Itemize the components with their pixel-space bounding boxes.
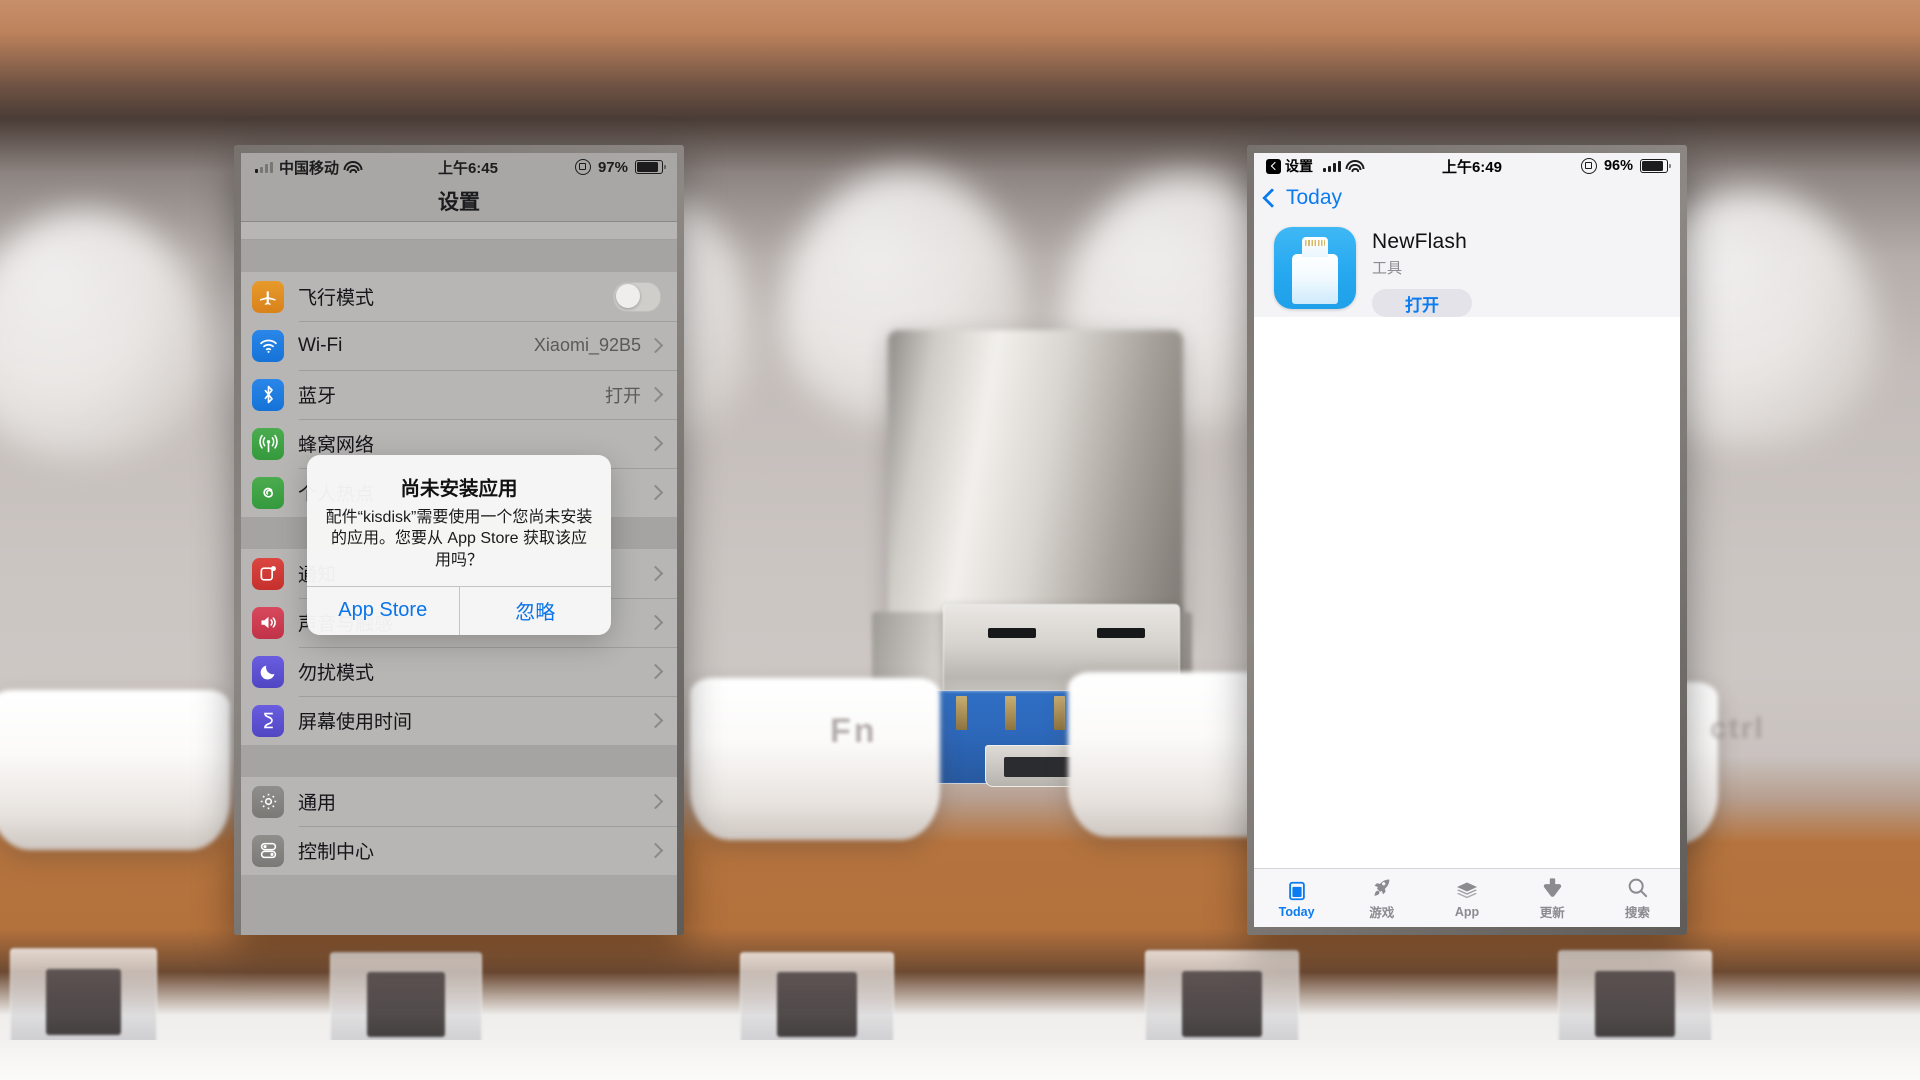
left-phone: 中国移动 上午6:45 97% 设置 飞行模式 Wi-Fi Xiaomi_92B…	[234, 145, 684, 935]
app-result-row[interactable]: NewFlash 工具 打开	[1254, 217, 1680, 317]
tab-updates[interactable]: 更新	[1510, 869, 1595, 927]
tab-apps[interactable]: App	[1424, 869, 1509, 927]
usb-drive-body	[888, 330, 1183, 630]
status-right: 96%	[1580, 158, 1671, 174]
download-icon	[1541, 875, 1564, 899]
keycap-legend-fn: Fn	[830, 712, 878, 750]
back-to-settings-pill[interactable]: 设置	[1266, 156, 1313, 176]
search-icon	[1626, 875, 1649, 899]
keycap	[690, 678, 940, 840]
right-status-bar: 设置 上午6:49 96%	[1254, 153, 1680, 179]
back-arrow-icon	[1266, 158, 1281, 174]
tab-label: App	[1454, 904, 1480, 919]
chevron-left-icon	[1262, 188, 1282, 208]
back-app-label: 设置	[1285, 158, 1313, 174]
app-name: NewFlash	[1372, 230, 1467, 253]
status-left: 设置	[1266, 156, 1365, 176]
install-app-alert: 尚未安装应用 配件“kisdisk”需要使用一个您尚未安装的应用。您要从 App…	[307, 455, 612, 635]
battery-percent-label: 96%	[1603, 158, 1633, 174]
content-empty-area	[1254, 317, 1680, 868]
layers-icon	[1455, 878, 1479, 902]
usb-contact-pin	[956, 696, 967, 730]
keycap	[0, 690, 230, 850]
app-store-navbar: Today	[1254, 179, 1680, 217]
alert-appstore-button[interactable]: App Store	[307, 587, 459, 635]
usb-contact-pin	[1005, 696, 1016, 730]
left-phone-screen: 中国移动 上午6:45 97% 设置 飞行模式 Wi-Fi Xiaomi_92B…	[241, 153, 677, 935]
right-phone: 设置 上午6:49 96% Today NewFlash 工具 打开 Today…	[1247, 145, 1687, 935]
keyboard-base-plate	[0, 1040, 1920, 1080]
rotation-lock-icon	[1580, 158, 1597, 174]
tab-search[interactable]: 搜索	[1595, 869, 1680, 927]
usb-contact-pin	[1054, 696, 1065, 730]
usb-connector-slot	[1097, 628, 1145, 638]
alert-title: 尚未安装应用	[400, 478, 518, 501]
usb-connector-slot	[988, 628, 1036, 638]
alert-ignore-button[interactable]: 忽略	[458, 586, 612, 635]
app-icon-connector-pins	[1304, 240, 1326, 246]
keycap-legend-ctrl: ctrl	[1710, 712, 1765, 745]
tab-label: Today	[1278, 904, 1315, 919]
open-app-button[interactable]: 打开	[1372, 289, 1472, 317]
alert-body: 尚未安装应用 配件“kisdisk”需要使用一个您尚未安装的应用。您要从 App…	[307, 455, 611, 585]
tab-label: 搜索	[1624, 906, 1650, 920]
tab-label: 游戏	[1369, 906, 1395, 920]
tab-label: 更新	[1539, 906, 1565, 920]
right-phone-screen: 设置 上午6:49 96% Today NewFlash 工具 打开 Today…	[1254, 153, 1680, 927]
wifi-icon	[1345, 160, 1365, 172]
app-store-tabbar: Today 游戏 App 更新 搜索	[1254, 868, 1680, 927]
tab-today[interactable]: Today	[1254, 869, 1339, 927]
app-meta: NewFlash 工具 打开	[1372, 227, 1472, 317]
back-today-button[interactable]: Today	[1286, 186, 1342, 210]
alert-actions: App Store 忽略	[307, 585, 612, 635]
tab-games[interactable]: 游戏	[1339, 869, 1424, 927]
today-card-icon	[1286, 878, 1308, 902]
app-icon-body	[1292, 254, 1338, 305]
battery-icon	[1640, 159, 1671, 173]
rocket-icon	[1370, 875, 1393, 899]
cellular-bars-icon	[1323, 160, 1341, 172]
app-category: 工具	[1372, 260, 1403, 277]
usb-flash-drive-icon	[1274, 227, 1356, 309]
status-clock: 上午6:49	[1441, 158, 1502, 176]
alert-message: 配件“kisdisk”需要使用一个您尚未安装的应用。您要从 App Store …	[325, 509, 593, 569]
alert-overlay: 尚未安装应用 配件“kisdisk”需要使用一个您尚未安装的应用。您要从 App…	[241, 153, 677, 935]
